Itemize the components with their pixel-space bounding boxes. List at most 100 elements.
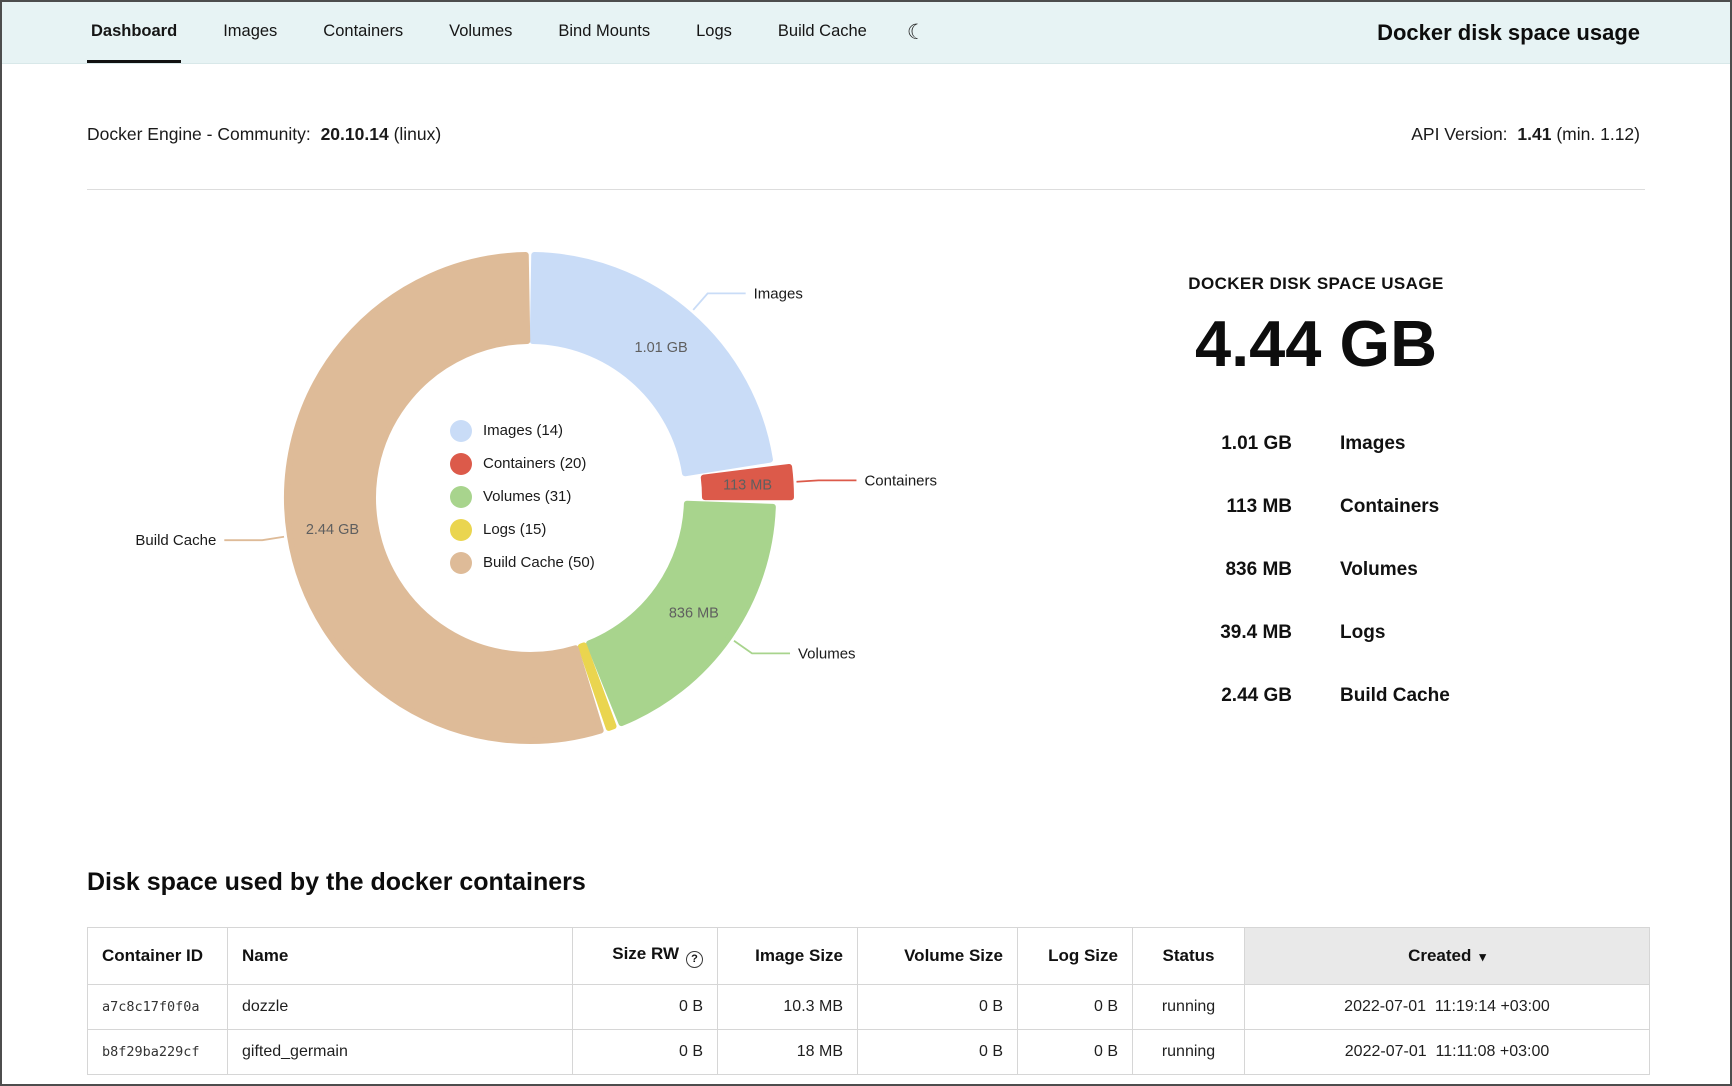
column-label: Created [1408, 946, 1471, 965]
tab-bind-mounts[interactable]: Bind Mounts [554, 2, 654, 63]
legend-label: Images (14) [483, 422, 563, 439]
slice-value-volumes: 836 MB [669, 606, 719, 622]
stat-row-images: 1.01 GBImages [987, 433, 1645, 455]
cell-status: running [1133, 984, 1245, 1029]
divider [87, 189, 1645, 190]
engine-label: Docker Engine - Community: [87, 124, 311, 144]
legend-dot-build-cache [450, 552, 472, 574]
table-row: b8f29ba229cfgifted_germain0 B18 MB0 B0 B… [88, 1029, 1650, 1074]
column-label: Size RW [612, 944, 679, 963]
summary-heading: DOCKER DISK SPACE USAGE [987, 274, 1645, 294]
cell-created: 2022-07-01 11:11:08 +03:00 [1245, 1029, 1650, 1074]
total-disk-usage: 4.44 GB [987, 306, 1645, 381]
slice-callout-images: Images [754, 285, 803, 302]
stat-label: Volumes [1340, 559, 1520, 581]
stat-label: Logs [1340, 622, 1520, 644]
column-header-size-rw[interactable]: Size RW? [573, 928, 718, 985]
legend-label: Logs (15) [483, 521, 546, 538]
engine-info: Docker Engine - Community: 20.10.14 (lin… [87, 124, 446, 145]
stat-value: 2.44 GB [1112, 685, 1292, 707]
column-label: Status [1163, 946, 1215, 965]
slice-value-containers: 113 MB [723, 478, 772, 494]
legend-label: Volumes (31) [483, 488, 571, 505]
cell-container-id: a7c8c17f0f0a [88, 984, 228, 1029]
column-header-created[interactable]: Created ▾ [1245, 928, 1650, 985]
slice-leader-line-containers [797, 480, 857, 481]
column-label: Image Size [755, 946, 843, 965]
engine-version: 20.10.14 [321, 124, 389, 144]
column-header-name[interactable]: Name [228, 928, 573, 985]
slice-value-images: 1.01 GB [635, 340, 688, 356]
stat-value: 39.4 MB [1112, 622, 1292, 644]
legend-label: Build Cache (50) [483, 554, 595, 571]
column-header-volume-size[interactable]: Volume Size [858, 928, 1018, 985]
tab-images[interactable]: Images [219, 2, 281, 63]
slice-callout-volumes: Volumes [798, 645, 856, 662]
engine-info-row: Docker Engine - Community: 20.10.14 (lin… [87, 124, 1645, 145]
tab-containers[interactable]: Containers [319, 2, 407, 63]
nav-tabs: Dashboard Images Containers Volumes Bind Mou… [87, 2, 871, 63]
tab-dashboard[interactable]: Dashboard [87, 2, 181, 63]
cell-volume-size: 0 B [858, 1029, 1018, 1074]
stat-row-build-cache: 2.44 GB Build Cache [987, 685, 1645, 707]
chart-section: 1.01 GBImages113 MBContainers836 MBVolum… [87, 198, 1645, 798]
help-icon[interactable]: ? [686, 951, 703, 968]
tab-volumes[interactable]: Volumes [445, 2, 516, 63]
cell-size-rw: 0 B [573, 984, 718, 1029]
sort-desc-icon: ▾ [1479, 949, 1486, 964]
table-row: a7c8c17f0f0adozzle0 B10.3 MB0 B0 Brunnin… [88, 984, 1650, 1029]
legend-item-containers[interactable]: Containers (20) [450, 447, 595, 480]
legend-item-volumes[interactable]: Volumes (31) [450, 480, 595, 513]
top-navigation: Dashboard Images Containers Volumes Bind Mou… [2, 2, 1730, 64]
cell-log-size: 0 B [1018, 1029, 1133, 1074]
column-label: Log Size [1048, 946, 1118, 965]
slice-value-build-cache: 2.44 GB [306, 522, 359, 538]
cell-image-size: 10.3 MB [718, 984, 858, 1029]
stat-label: Build Cache [1340, 685, 1520, 707]
legend-dot-containers [450, 453, 472, 475]
table-section-heading: Disk space used by the docker containers [87, 868, 1645, 897]
tab-build-cache[interactable]: Build Cache [774, 2, 871, 63]
column-label: Container ID [102, 946, 203, 965]
slice-callout-build-cache: Build Cache [135, 532, 216, 549]
dark-mode-toggle[interactable]: ☾ [907, 20, 926, 45]
main-content: Docker Engine - Community: 20.10.14 (lin… [2, 124, 1730, 1075]
slice-leader-line-images [693, 293, 745, 310]
slice-callout-containers: Containers [864, 472, 937, 489]
legend-item-logs[interactable]: Logs (15) [450, 513, 595, 546]
stat-row-containers: 113 MB Containers [987, 496, 1645, 518]
cell-name: dozzle [228, 984, 573, 1029]
cell-status: running [1133, 1029, 1245, 1074]
cell-name: gifted_germain [228, 1029, 573, 1074]
disk-usage-summary: DOCKER DISK SPACE USAGE 4.44 GB 1.01 GBI… [987, 198, 1645, 798]
column-label: Name [242, 946, 288, 965]
cell-log-size: 0 B [1018, 984, 1133, 1029]
app-window: Dashboard Images Containers Volumes Bind Mou… [0, 0, 1732, 1086]
legend-item-images[interactable]: Images (14) [450, 414, 595, 447]
stat-label: Containers [1340, 496, 1520, 518]
api-label: API Version: [1411, 124, 1507, 144]
cell-volume-size: 0 B [858, 984, 1018, 1029]
engine-platform: (linux) [394, 124, 442, 144]
stat-value: 113 MB [1112, 496, 1292, 518]
column-header-log-size[interactable]: Log Size [1018, 928, 1133, 985]
api-info: API Version: 1.41 (min. 1.12) [1411, 124, 1645, 145]
legend-item-build-cache[interactable]: Build Cache (50) [450, 546, 595, 579]
legend-dot-volumes [450, 486, 472, 508]
column-header-image-size[interactable]: Image Size [718, 928, 858, 985]
cell-size-rw: 0 B [573, 1029, 718, 1074]
api-version: 1.41 [1517, 124, 1551, 144]
chart-legend: Images (14) Containers (20) Volumes (31) Lo… [450, 414, 595, 579]
slice-leader-line-volumes [734, 641, 790, 654]
table-header-row: Container ID Name Size RW? Image Size Volume… [88, 928, 1650, 985]
api-min: (min. 1.12) [1556, 124, 1640, 144]
stat-value: 836 MB [1112, 559, 1292, 581]
column-header-status[interactable]: Status [1133, 928, 1245, 985]
cell-created: 2022-07-01 11:19:14 +03:00 [1245, 984, 1650, 1029]
slice-leader-line-build-cache [224, 537, 284, 540]
stat-value: 1.01 GB [1112, 433, 1292, 455]
summary-stats: 1.01 GBImages 113 MB Containers 836 MB Volum… [987, 433, 1645, 707]
tab-logs[interactable]: Logs [692, 2, 736, 63]
moon-icon: ☾ [907, 21, 926, 44]
column-header-container-id[interactable]: Container ID [88, 928, 228, 985]
